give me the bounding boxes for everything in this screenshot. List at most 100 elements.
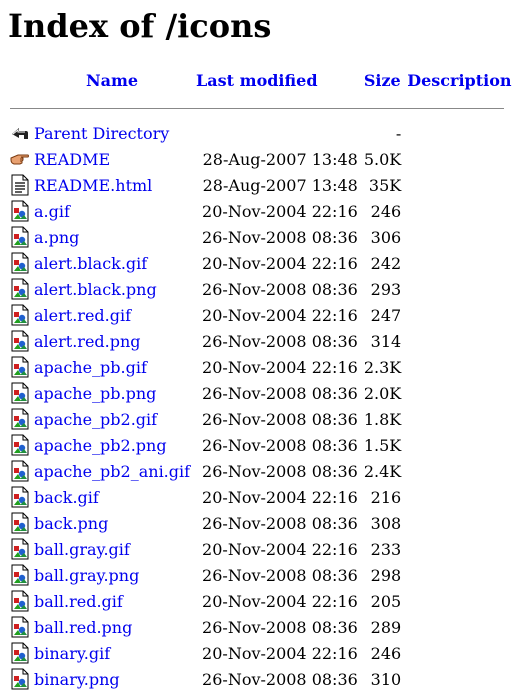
file-link[interactable]: binary.gif [34, 644, 110, 663]
description-cell [405, 198, 513, 224]
size-cell: 1.8K [363, 409, 402, 429]
image-icon [10, 460, 30, 482]
last-modified-cell: 26-Nov-2008 08:36 [202, 513, 358, 533]
table-row: ball.gray.png 26-Nov-2008 08:36 298 [10, 562, 514, 588]
description-column-header[interactable]: Description [405, 64, 513, 96]
table-row: a.gif 20-Nov-2004 22:16 246 [10, 198, 514, 224]
last-modified-cell: 26-Nov-2008 08:36 [202, 409, 358, 429]
image-icon [10, 434, 30, 456]
file-link[interactable]: README [34, 150, 110, 169]
description-cell [405, 172, 513, 198]
size-cell: 310 [370, 669, 402, 689]
size-cell: 2.0K [363, 383, 402, 403]
image-icon [10, 304, 30, 326]
size-cell: 205 [370, 591, 402, 611]
table-row: back.gif 20-Nov-2004 22:16 216 [10, 484, 514, 510]
file-link[interactable]: apache_pb2.png [34, 436, 167, 455]
size-cell: - [395, 123, 402, 143]
last-modified-cell: 20-Nov-2004 22:16 [202, 539, 358, 559]
file-link[interactable]: binary.png [34, 670, 120, 689]
size-cell: 308 [370, 513, 402, 533]
image-icon [10, 486, 30, 508]
size-cell: 246 [370, 201, 402, 221]
size-cell: 216 [370, 487, 402, 507]
file-link[interactable]: alert.red.gif [34, 306, 131, 325]
file-link[interactable]: ball.red.gif [34, 592, 123, 611]
table-row: binary.png 26-Nov-2008 08:36 310 [10, 666, 514, 692]
table-row: binary.gif 20-Nov-2004 22:16 246 [10, 640, 514, 666]
size-cell: 306 [370, 227, 402, 247]
image-icon [10, 226, 30, 248]
size-cell: 1.5K [363, 435, 402, 455]
table-row: alert.red.png 26-Nov-2008 08:36 314 [10, 328, 514, 354]
size-cell: 35K [368, 175, 402, 195]
file-link[interactable]: ball.gray.png [34, 566, 139, 585]
file-link[interactable]: apache_pb2_ani.gif [34, 462, 190, 481]
table-row: a.png 26-Nov-2008 08:36 306 [10, 224, 514, 250]
table-row: apache_pb2.png 26-Nov-2008 08:36 1.5K [10, 432, 514, 458]
size-cell: 2.4K [363, 461, 402, 481]
description-cell [405, 588, 513, 614]
text-file-icon [10, 174, 30, 196]
directory-listing: Name Last modified Size Description Pare… [8, 64, 516, 692]
table-row: ball.red.png 26-Nov-2008 08:36 289 [10, 614, 514, 640]
file-link[interactable]: back.png [34, 514, 108, 533]
description-cell [405, 510, 513, 536]
back-icon [10, 122, 30, 144]
file-link[interactable]: README.html [34, 176, 152, 195]
table-row: README 28-Aug-2007 13:48 5.0K [10, 146, 514, 172]
description-cell [405, 276, 513, 302]
description-cell [405, 666, 513, 692]
last-modified-cell: 26-Nov-2008 08:36 [202, 461, 358, 481]
file-link[interactable]: a.png [34, 228, 79, 247]
file-link[interactable]: back.gif [34, 488, 99, 507]
table-row: alert.red.gif 20-Nov-2004 22:16 247 [10, 302, 514, 328]
table-row: alert.black.png 26-Nov-2008 08:36 293 [10, 276, 514, 302]
image-icon [10, 278, 30, 300]
last-modified-cell [194, 120, 360, 146]
name-column-header[interactable]: Name [32, 64, 192, 96]
description-cell [405, 458, 513, 484]
file-link[interactable]: apache_pb.gif [34, 358, 147, 377]
page-title: Index of /icons [8, 7, 272, 45]
description-cell [405, 562, 513, 588]
table-row: apache_pb.gif 20-Nov-2004 22:16 2.3K [10, 354, 514, 380]
last-modified-column-header[interactable]: Last modified [194, 64, 360, 96]
size-cell: 289 [370, 617, 402, 637]
description-cell [405, 250, 513, 276]
image-icon [10, 356, 30, 378]
description-cell [405, 640, 513, 666]
image-icon [10, 616, 30, 638]
file-link[interactable]: a.gif [34, 202, 70, 221]
description-cell [405, 224, 513, 250]
size-cell: 5.0K [363, 149, 402, 169]
table-row: Parent Directory - [10, 120, 514, 146]
last-modified-cell: 26-Nov-2008 08:36 [202, 435, 358, 455]
image-icon [10, 564, 30, 586]
image-icon [10, 590, 30, 612]
parent-directory-link[interactable]: Parent Directory [34, 124, 169, 143]
size-column-header[interactable]: Size [362, 64, 403, 96]
description-cell [405, 120, 513, 146]
table-row: apache_pb2.gif 26-Nov-2008 08:36 1.8K [10, 406, 514, 432]
file-link[interactable]: alert.black.gif [34, 254, 147, 273]
table-row: alert.black.gif 20-Nov-2004 22:16 242 [10, 250, 514, 276]
last-modified-cell: 26-Nov-2008 08:36 [202, 617, 358, 637]
table-row: README.html 28-Aug-2007 13:48 35K [10, 172, 514, 198]
last-modified-cell: 28-Aug-2007 13:48 [202, 149, 358, 169]
description-cell [405, 484, 513, 510]
size-cell: 246 [370, 643, 402, 663]
file-link[interactable]: apache_pb2.gif [34, 410, 157, 429]
description-cell [405, 328, 513, 354]
last-modified-cell: 20-Nov-2004 22:16 [202, 643, 358, 663]
icon-column-header [10, 64, 30, 96]
image-icon [10, 642, 30, 664]
file-link[interactable]: alert.black.png [34, 280, 157, 299]
last-modified-cell: 26-Nov-2008 08:36 [202, 669, 358, 689]
file-link[interactable]: alert.red.png [34, 332, 141, 351]
size-cell: 314 [370, 331, 402, 351]
file-link[interactable]: ball.red.png [34, 618, 132, 637]
file-link[interactable]: ball.gray.gif [34, 540, 130, 559]
hand-icon [10, 148, 30, 170]
file-link[interactable]: apache_pb.png [34, 384, 156, 403]
